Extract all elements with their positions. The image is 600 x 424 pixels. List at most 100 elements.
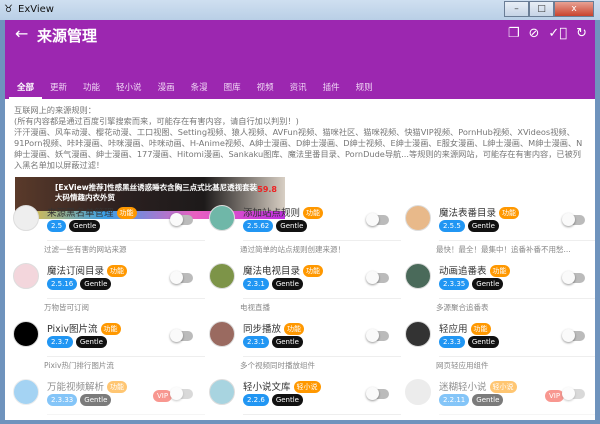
enable-toggle[interactable] bbox=[562, 329, 585, 342]
tab-3[interactable]: 轻小说 bbox=[108, 77, 150, 99]
source-name: 动画追番表 bbox=[439, 266, 487, 277]
banner-price: 59.8 bbox=[257, 185, 277, 194]
category-tag: 功能 bbox=[470, 323, 491, 335]
source-description: 万物皆可订阅 bbox=[44, 303, 89, 312]
source-description: 网页轻应用组件 bbox=[436, 361, 489, 370]
category-tag: 功能 bbox=[107, 381, 128, 393]
author-badge: Gentle bbox=[472, 278, 504, 290]
source-card[interactable]: 魔法电视目录 功能 2.3.1 Gentle 电视直播 bbox=[209, 261, 405, 313]
window-titlebar: ♉ ExView – □ x bbox=[0, 0, 600, 20]
category-tag: 功能 bbox=[284, 323, 305, 335]
author-badge: Gentle bbox=[467, 220, 499, 232]
author-badge: Gentle bbox=[80, 278, 112, 290]
source-name: 来源黑名单管理 bbox=[47, 208, 114, 219]
tab-5[interactable]: 条漫 bbox=[183, 77, 216, 99]
source-card[interactable]: Pixiv图片流 功能 2.3.7 Gentle Pixiv热门排行图片流 bbox=[13, 319, 209, 371]
tab-8[interactable]: 资讯 bbox=[282, 77, 315, 99]
tab-2[interactable]: 功能 bbox=[75, 77, 108, 99]
source-name: 魔法表番目录 bbox=[439, 208, 497, 219]
source-name: 魔法电视目录 bbox=[243, 266, 301, 277]
source-card[interactable]: 动画追番表 功能 2.3.35 Gentle 多源聚合追番表 bbox=[405, 261, 595, 313]
close-button[interactable]: x bbox=[554, 1, 594, 17]
author-badge: Gentle bbox=[276, 220, 308, 232]
tab-6[interactable]: 图库 bbox=[216, 77, 249, 99]
version-badge: 2.3.3 bbox=[439, 336, 465, 348]
version-badge: 2.3.1 bbox=[243, 336, 269, 348]
source-card[interactable]: 来源黑名单管理 功能 2.5 Gentle 过滤一些有害的网站来源 bbox=[13, 203, 209, 255]
version-badge: 2.3.7 bbox=[47, 336, 73, 348]
source-name: 轻小说文库 bbox=[243, 382, 291, 393]
version-badge: 2.3.1 bbox=[243, 278, 269, 290]
enable-toggle[interactable] bbox=[170, 387, 193, 400]
back-button[interactable]: ← bbox=[15, 24, 28, 43]
source-card[interactable]: 魔法表番目录 功能 2.5.5 Gentle 最快！最全！最集中！追番补番不用愁..… bbox=[405, 203, 595, 255]
source-avatar bbox=[13, 205, 39, 231]
enable-toggle[interactable] bbox=[366, 213, 389, 226]
check-circle-icon[interactable]: ✓⃝ bbox=[548, 26, 567, 41]
category-tag: 功能 bbox=[116, 207, 137, 219]
category-tag: 功能 bbox=[303, 265, 324, 277]
source-avatar bbox=[209, 321, 235, 347]
banner-subtext: 大码情趣内衣外贸 bbox=[55, 193, 115, 202]
category-tag: 轻小说 bbox=[489, 381, 517, 393]
source-name: 魔法订阅目录 bbox=[47, 266, 105, 277]
enable-toggle[interactable] bbox=[170, 329, 193, 342]
source-name: 轻应用 bbox=[439, 324, 468, 335]
enable-toggle[interactable] bbox=[366, 271, 389, 284]
source-name: 同步播放 bbox=[243, 324, 282, 335]
app-window: ← 来源管理 ❐ ⊘ ✓⃝ ↻ 全部 更新 功能 轻小说 漫画 条漫 图库 视频 资讯 插件 规则 … bbox=[5, 20, 595, 420]
copy-icon[interactable]: ❐ bbox=[508, 26, 520, 41]
source-description: 多源聚合追番表 bbox=[436, 303, 489, 312]
version-badge: 2.5 bbox=[47, 220, 67, 232]
enable-toggle[interactable] bbox=[562, 387, 585, 400]
enable-toggle[interactable] bbox=[366, 329, 389, 342]
source-description: 多个视频同时播放组件 bbox=[240, 361, 315, 370]
source-description: Pixiv热门排行图片流 bbox=[44, 361, 114, 370]
source-description: 电视直播 bbox=[240, 303, 270, 312]
author-badge: Gentle bbox=[80, 394, 112, 406]
minimize-button[interactable]: – bbox=[504, 1, 529, 17]
author-badge: Gentle bbox=[75, 336, 107, 348]
source-card[interactable]: 同步播放 功能 2.3.1 Gentle 多个视频同时播放组件 bbox=[209, 319, 405, 371]
author-badge: Gentle bbox=[467, 336, 499, 348]
version-badge: 2.5.62 bbox=[243, 220, 274, 232]
window-title: ExView bbox=[18, 4, 54, 15]
enable-toggle[interactable] bbox=[366, 387, 389, 400]
banner-text: [ExView推荐]性感黑丝诱惑睡衣含胸三点式比基尼透视套装 bbox=[55, 183, 258, 192]
intro-note: (所有内容都是通过百度引擎搜索而来，可能存在有害内容，请自行加以判别！) bbox=[14, 116, 299, 126]
enable-toggle[interactable] bbox=[170, 213, 193, 226]
source-card[interactable]: 魔法订阅目录 功能 2.5.16 Gentle 万物皆可订阅 bbox=[13, 261, 209, 313]
source-avatar bbox=[209, 263, 235, 289]
source-card[interactable]: 迷糊轻小说 轻小说 2.2.11 Gentle VIP bbox=[405, 377, 595, 420]
source-name: Pixiv图片流 bbox=[47, 324, 98, 335]
maximize-button[interactable]: □ bbox=[529, 1, 554, 17]
source-card[interactable]: 万能视频解析 功能 2.3.33 Gentle VIP bbox=[13, 377, 209, 420]
tab-10[interactable]: 规则 bbox=[348, 77, 381, 99]
author-badge: Gentle bbox=[271, 394, 303, 406]
version-badge: 2.5.16 bbox=[47, 278, 78, 290]
page-title: 来源管理 bbox=[37, 27, 98, 45]
source-card[interactable]: 轻应用 功能 2.3.3 Gentle 网页轻应用组件 bbox=[405, 319, 595, 371]
tab-7[interactable]: 视频 bbox=[249, 77, 282, 99]
tab-0[interactable]: 全部 bbox=[9, 77, 43, 99]
enable-toggle[interactable] bbox=[562, 213, 585, 226]
tab-1[interactable]: 更新 bbox=[42, 77, 75, 99]
tab-4[interactable]: 漫画 bbox=[150, 77, 183, 99]
version-badge: 2.5.5 bbox=[439, 220, 465, 232]
intro-body: 汗汗漫画、风车动漫、樱花动漫、工口视图、Setting视频、猿人视频、AVFun… bbox=[14, 127, 583, 170]
enable-toggle[interactable] bbox=[562, 271, 585, 284]
source-name: 迷糊轻小说 bbox=[439, 382, 487, 393]
source-card[interactable]: 添加站点规则 功能 2.5.62 Gentle 通过简单的站点规则创建来源！ bbox=[209, 203, 405, 255]
version-badge: 2.2.11 bbox=[439, 394, 470, 406]
block-icon[interactable]: ⊘ bbox=[528, 26, 539, 41]
source-card[interactable]: 轻小说文库 轻小说 2.2.6 Gentle bbox=[209, 377, 405, 420]
source-name: 添加站点规则 bbox=[243, 208, 301, 219]
category-tag: 功能 bbox=[489, 265, 510, 277]
intro-text: 互联网上的来源规则： (所有内容都是通过百度引擎搜索而来，可能存在有害内容，请自… bbox=[5, 99, 595, 171]
category-tag: 功能 bbox=[100, 323, 121, 335]
refresh-icon[interactable]: ↻ bbox=[576, 26, 587, 41]
enable-toggle[interactable] bbox=[170, 271, 193, 284]
author-badge: Gentle bbox=[69, 220, 101, 232]
source-avatar bbox=[405, 263, 431, 289]
tab-9[interactable]: 插件 bbox=[315, 77, 348, 99]
